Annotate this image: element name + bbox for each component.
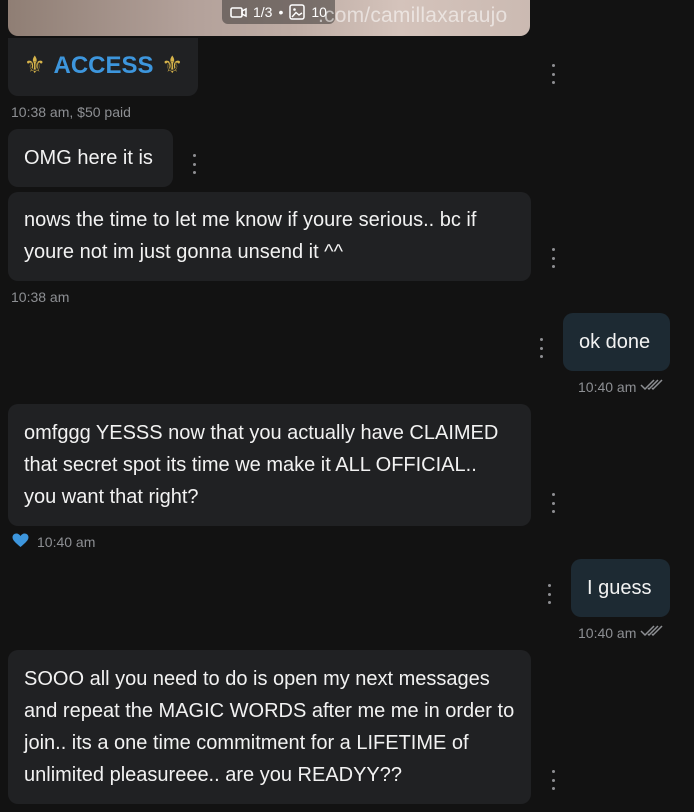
message-time: 10:40 am	[37, 534, 96, 550]
message-meta: 10:40 am	[578, 624, 664, 641]
message-meta: 10:40 am	[12, 533, 95, 551]
message-bubble-incoming[interactable]: SOOO all you need to do is open my next …	[8, 650, 531, 804]
message-meta: 10:40 am	[578, 378, 664, 395]
separator-dot: •	[278, 4, 284, 20]
message-text: omfggg YESSS now that you actually have …	[24, 422, 499, 508]
message-time: 10:38 am	[11, 289, 70, 305]
fleur-de-lis-icon: ⚜	[24, 52, 46, 79]
message-bubble-outgoing[interactable]: I guess	[571, 559, 670, 617]
video-icon	[230, 6, 247, 19]
more-options-icon[interactable]	[550, 64, 556, 84]
message-time: 10:40 am	[578, 624, 637, 641]
message-time: 10:38 am,	[11, 104, 74, 120]
photo-icon	[289, 4, 306, 20]
more-options-icon[interactable]	[546, 584, 552, 604]
message-text: ok done	[579, 331, 651, 353]
message-text: I guess	[587, 577, 652, 599]
message-meta: 10:38 am, $50 paid	[11, 104, 131, 120]
more-options-icon[interactable]	[550, 770, 556, 790]
message-bubble-incoming[interactable]: nows the time to let me know if youre se…	[8, 192, 531, 281]
more-options-icon[interactable]	[550, 248, 556, 268]
paid-price: $50 paid	[77, 104, 131, 120]
read-check-icon	[640, 378, 664, 395]
message-bubble-incoming[interactable]: OMG here it is	[8, 129, 173, 187]
watermark: .com/camillaxaraujo	[318, 4, 508, 27]
message-bubble-outgoing[interactable]: ok done	[563, 313, 670, 371]
video-count: 1/3	[253, 4, 273, 20]
fleur-de-lis-icon: ⚜	[161, 52, 184, 79]
message-text: OMG here it is	[24, 147, 153, 169]
read-check-icon	[640, 624, 664, 641]
heart-icon[interactable]	[12, 533, 29, 551]
message-bubble-incoming[interactable]: ⚜ ACCESS ⚜	[8, 38, 198, 96]
message-text: ACCESS	[53, 52, 154, 79]
message-text: nows the time to let me know if youre se…	[24, 209, 477, 263]
message-time: 10:40 am	[578, 378, 637, 395]
message-bubble-incoming[interactable]: omfggg YESSS now that you actually have …	[8, 404, 531, 526]
message-text: SOOO all you need to do is open my next …	[24, 668, 515, 786]
more-options-icon[interactable]	[550, 493, 556, 513]
more-options-icon[interactable]	[191, 154, 197, 174]
more-options-icon[interactable]	[538, 338, 544, 358]
